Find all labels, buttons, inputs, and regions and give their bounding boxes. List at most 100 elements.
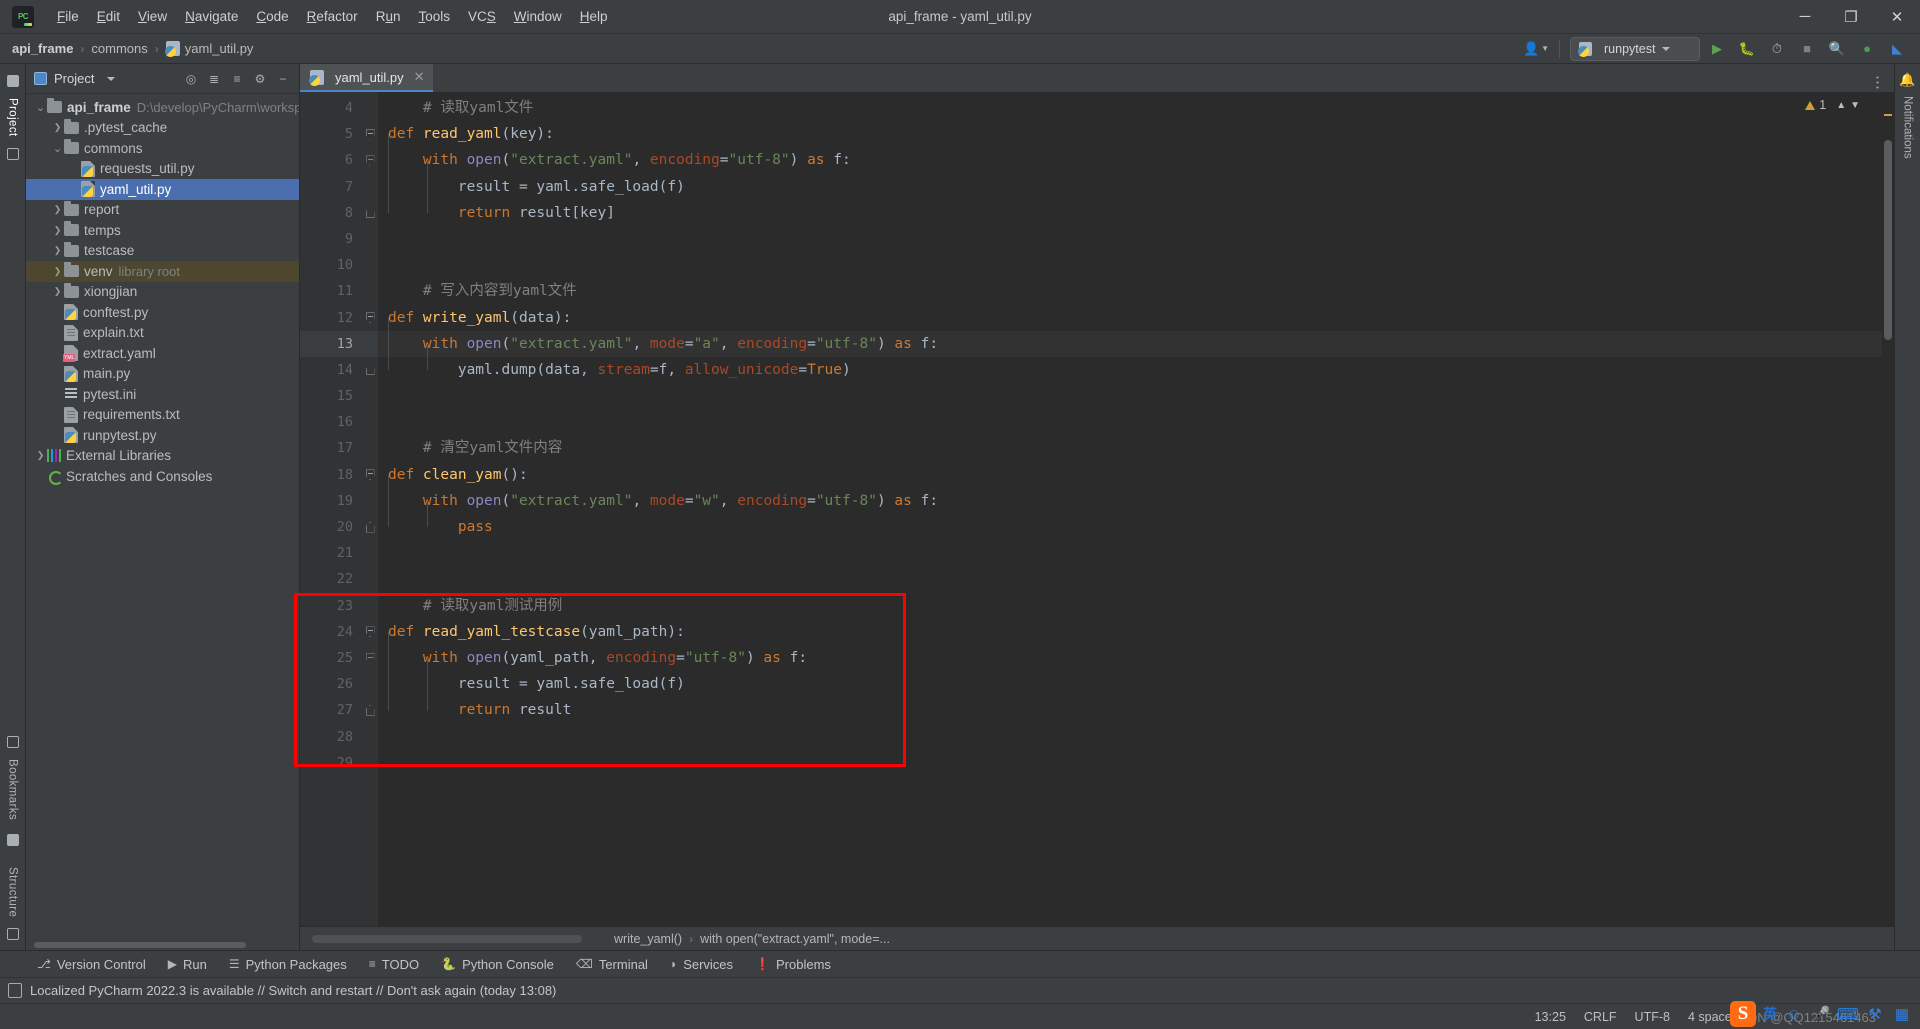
menu-refactor[interactable]: Refactor xyxy=(298,5,367,28)
sogou-ime-widget[interactable]: S 英 ☺ 🎤 ⌨ ⚒ ▦ xyxy=(1730,1001,1912,1027)
tree-item-extract-yaml[interactable]: extract.yaml xyxy=(26,343,299,364)
ime-keyboard-icon[interactable]: ⌨ xyxy=(1837,1005,1859,1023)
tree-item-report[interactable]: ❯ report xyxy=(26,200,299,221)
sogou-logo-icon[interactable]: S xyxy=(1730,1001,1756,1027)
tool-window-python-packages[interactable]: ☰ Python Packages xyxy=(218,954,358,975)
code-line[interactable]: def read_yaml_testcase(yaml_path): xyxy=(378,619,1894,645)
breadcrumb-file[interactable]: yaml_util.py xyxy=(185,41,254,56)
expand-all-icon[interactable]: ≣ xyxy=(204,69,224,89)
more-options-icon[interactable]: ⋯ xyxy=(1869,75,1887,91)
code-line[interactable] xyxy=(378,566,1894,592)
code-line[interactable]: # 读取yaml测试用例 xyxy=(378,593,1894,619)
fold-collapse-icon[interactable] xyxy=(365,312,375,324)
ime-voice-icon[interactable]: 🎤 xyxy=(1811,1005,1831,1023)
fold-cell[interactable] xyxy=(362,645,378,671)
close-button[interactable]: ✕ xyxy=(1874,0,1920,34)
structure-rail-icon[interactable] xyxy=(6,928,19,940)
tree-item-requirements-txt[interactable]: requirements.txt xyxy=(26,405,299,426)
code-line[interactable]: with open("extract.yaml", mode="a", enco… xyxy=(378,330,1894,357)
hide-panel-icon[interactable]: − xyxy=(273,69,293,89)
fold-cell[interactable] xyxy=(362,409,378,435)
menu-window[interactable]: Window xyxy=(505,5,571,28)
tree-item-conftest-py[interactable]: conftest.py xyxy=(26,302,299,323)
fold-cell[interactable] xyxy=(362,435,378,461)
code-line[interactable] xyxy=(378,750,1894,776)
chevron-right-icon[interactable]: ❯ xyxy=(51,286,64,297)
fold-cell[interactable] xyxy=(362,566,378,592)
tree-item-commons[interactable]: ⌄ commons xyxy=(26,138,299,159)
rail-project-label[interactable]: Project xyxy=(7,92,19,143)
search-icon[interactable]: 🔍 xyxy=(1824,37,1850,61)
tree-item-explain-txt[interactable]: explain.txt xyxy=(26,323,299,344)
rail-notifications-label[interactable]: Notifications xyxy=(1902,92,1914,163)
rail-extra-icon[interactable] xyxy=(6,147,19,160)
tree-item-temps[interactable]: ❯ temps xyxy=(26,220,299,241)
menu-tools[interactable]: Tools xyxy=(409,5,459,28)
fold-cell[interactable] xyxy=(362,514,378,540)
fold-collapse-icon[interactable] xyxy=(365,154,375,166)
code-line[interactable]: with open(yaml_path, encoding="utf-8") a… xyxy=(378,645,1894,671)
tool-window-terminal[interactable]: ⌫ Terminal xyxy=(565,954,659,975)
chevron-right-icon[interactable]: ❯ xyxy=(51,266,64,277)
fold-end-icon[interactable] xyxy=(365,521,375,533)
breadcrumb-statement[interactable]: with open("extract.yaml", mode=... xyxy=(700,932,890,946)
fold-cell[interactable] xyxy=(362,200,378,226)
stop-icon[interactable]: ■ xyxy=(1794,37,1820,61)
fold-cell[interactable] xyxy=(362,357,378,383)
minimize-button[interactable]: ─ xyxy=(1782,0,1828,34)
code-line[interactable]: def read_yaml(key): xyxy=(378,121,1894,147)
ime-menu-icon[interactable]: ▦ xyxy=(1892,1005,1912,1023)
fold-cell[interactable] xyxy=(362,383,378,409)
breadcrumb-folder[interactable]: commons xyxy=(91,41,147,56)
chevron-down-icon[interactable]: ⌄ xyxy=(51,142,64,155)
ide-icon[interactable]: ◣ xyxy=(1884,37,1910,61)
breadcrumb-function[interactable]: write_yaml() xyxy=(614,932,682,946)
fold-cell[interactable] xyxy=(362,540,378,566)
tree-item-xiongjian[interactable]: ❯ xiongjian xyxy=(26,282,299,303)
close-icon[interactable]: ✕ xyxy=(414,69,425,85)
project-horizontal-scrollbar[interactable] xyxy=(26,940,299,950)
line-separator[interactable]: CRLF xyxy=(1584,1010,1617,1024)
notifications-bell-icon[interactable]: 🔔 xyxy=(1899,72,1915,88)
menu-file[interactable]: File xyxy=(48,5,88,28)
fold-cell[interactable] xyxy=(362,252,378,278)
tool-window-problems[interactable]: ❗ Problems xyxy=(744,954,842,975)
code-line[interactable]: with open("extract.yaml", encoding="utf-… xyxy=(378,147,1894,173)
notification-text[interactable]: Localized PyCharm 2022.3 is available //… xyxy=(30,983,556,998)
fold-cell[interactable] xyxy=(362,750,378,776)
chevron-right-icon[interactable]: ❯ xyxy=(51,204,64,215)
menu-edit[interactable]: Edit xyxy=(88,5,129,28)
tree-item-api-frame[interactable]: ⌄ api_frame D:\develop\PyCharm\worksp xyxy=(26,97,299,118)
inspection-widget[interactable]: 1 ▲ ▼ xyxy=(1805,98,1860,112)
editor-horizontal-scrollbar[interactable] xyxy=(312,934,582,943)
code-line[interactable] xyxy=(378,383,1894,409)
code-line[interactable]: # 读取yaml文件 xyxy=(378,95,1894,121)
settings-gear-icon[interactable]: ⚙ xyxy=(250,69,270,89)
code-line[interactable] xyxy=(378,226,1894,252)
fold-collapse-icon[interactable] xyxy=(365,469,375,481)
code-content[interactable]: # 读取yaml文件 def read_yaml(key): with open(… xyxy=(378,92,1894,926)
tree-item-main-py[interactable]: main.py xyxy=(26,364,299,385)
menu-code[interactable]: Code xyxy=(247,5,297,28)
tree-item--pytest-cache[interactable]: ❯ .pytest_cache xyxy=(26,118,299,139)
menu-help[interactable]: Help xyxy=(571,5,617,28)
fold-cell[interactable] xyxy=(362,593,378,619)
chevron-down-icon[interactable] xyxy=(107,76,116,81)
tree-item-pytest-ini[interactable]: pytest.ini xyxy=(26,384,299,405)
ime-mode-label[interactable]: 英 xyxy=(1763,1004,1777,1024)
menu-navigate[interactable]: Navigate xyxy=(176,5,247,28)
account-icon[interactable]: 👤 ▼ xyxy=(1523,37,1549,61)
breadcrumb-project[interactable]: api_frame xyxy=(12,41,73,56)
code-line[interactable]: yaml.dump(data, stream=f, allow_unicode=… xyxy=(378,357,1894,383)
code-line[interactable] xyxy=(378,252,1894,278)
tool-window-run[interactable]: ▶ Run xyxy=(157,954,218,975)
bookmarks-rail-icon[interactable] xyxy=(6,735,19,748)
ime-emoji-icon[interactable]: ☺ xyxy=(1784,1006,1804,1023)
run-icon[interactable]: ▶ xyxy=(1704,37,1730,61)
code-line[interactable] xyxy=(378,409,1894,435)
tool-window-python-console[interactable]: 🐍 Python Console xyxy=(430,954,565,975)
fold-cell[interactable] xyxy=(362,488,378,514)
code-line[interactable]: pass xyxy=(378,514,1894,540)
run-configuration-selector[interactable]: runpytest xyxy=(1570,36,1700,61)
fold-cell[interactable] xyxy=(362,95,378,121)
